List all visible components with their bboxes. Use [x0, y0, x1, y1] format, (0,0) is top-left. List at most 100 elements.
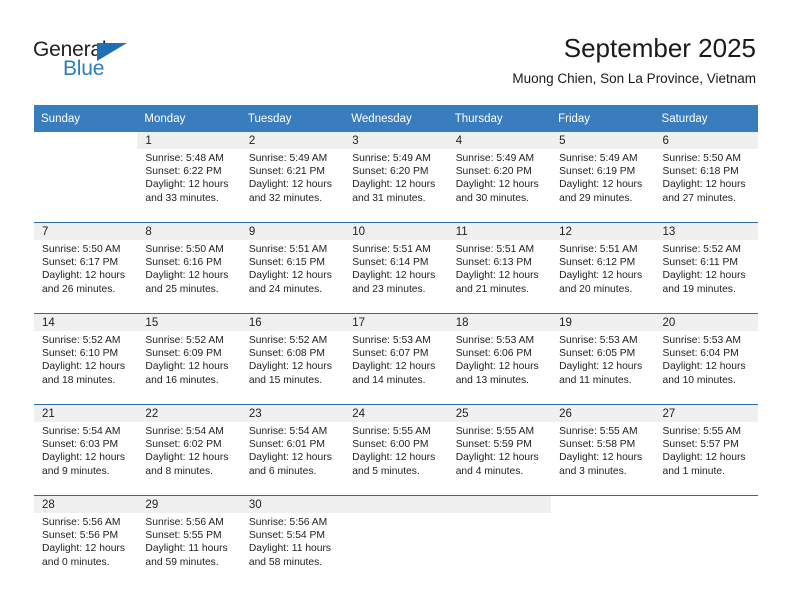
- day-details: Sunrise: 5:48 AM Sunset: 6:22 PM Daylight:…: [137, 149, 240, 205]
- calendar-week-row: 28 Sunrise: 5:56 AM Sunset: 5:56 PM Dayligh…: [34, 495, 758, 586]
- daylight-text-line1: Daylight: 12 hours: [352, 452, 436, 464]
- calendar-day-cell[interactable]: 17 Sunrise: 5:53 AM Sunset: 6:07 PM Dayligh…: [344, 313, 448, 405]
- day-number: 8: [137, 223, 241, 240]
- daylight-text-line2: and 58 minutes.: [248, 556, 323, 568]
- daylight-text-line2: and 13 minutes.: [455, 374, 529, 386]
- daylight-text-line1: Daylight: 12 hours: [248, 361, 332, 373]
- calendar-day-cell[interactable]: 9 Sunrise: 5:51 AM Sunset: 6:15 PM Daylight…: [240, 222, 345, 314]
- day-number: 11: [447, 223, 552, 240]
- calendar-day-cell[interactable]: 4 Sunrise: 5:49 AM Sunset: 6:20 PM Daylight…: [447, 132, 552, 223]
- calendar-day-cell[interactable]: 21 Sunrise: 5:54 AM Sunset: 6:03 PM Dayligh…: [34, 404, 138, 496]
- sunrise-text: Sunrise: 5:52 AM: [248, 335, 328, 346]
- daylight-text-line1: Daylight: 12 hours: [42, 452, 125, 464]
- sunset-text: Sunset: 6:05 PM: [559, 348, 636, 360]
- calendar-day-cell[interactable]: 11 Sunrise: 5:51 AM Sunset: 6:13 PM Dayligh…: [447, 222, 552, 314]
- sunset-text: Sunset: 6:15 PM: [248, 257, 325, 269]
- sunset-text: Sunset: 6:17 PM: [42, 257, 119, 269]
- day-number: 15: [137, 314, 241, 331]
- daylight-text-line1: Daylight: 12 hours: [42, 361, 125, 373]
- weekday-header-monday: Monday: [137, 105, 241, 132]
- sunrise-text: Sunrise: 5:49 AM: [248, 153, 328, 164]
- calendar-day-cell[interactable]: 12 Sunrise: 5:51 AM Sunset: 6:12 PM Dayligh…: [551, 222, 655, 314]
- day-number: 18: [447, 314, 552, 331]
- day-details: Sunrise: 5:55 AM Sunset: 5:59 PM Daylight:…: [448, 422, 551, 478]
- calendar-cell-blank: [654, 495, 758, 586]
- sunset-text: Sunset: 5:59 PM: [455, 439, 532, 451]
- day-number: 17: [344, 314, 448, 331]
- daylight-text-line1: Daylight: 12 hours: [145, 361, 229, 373]
- sunset-text: Sunset: 6:18 PM: [662, 166, 739, 178]
- calendar-day-cell[interactable]: 22 Sunrise: 5:54 AM Sunset: 6:02 PM Dayligh…: [137, 404, 241, 496]
- calendar-cell-blank: [34, 132, 138, 223]
- day-number: 26: [551, 405, 655, 422]
- calendar-day-cell[interactable]: 15 Sunrise: 5:52 AM Sunset: 6:09 PM Dayligh…: [137, 313, 241, 405]
- day-number: 20: [654, 314, 758, 331]
- page-header: General Blue September 2025 Muong Chien,…: [0, 0, 792, 100]
- day-details: Sunrise: 5:53 AM Sunset: 6:07 PM Daylight:…: [344, 331, 447, 387]
- calendar-day-cell[interactable]: 23 Sunrise: 5:54 AM Sunset: 6:01 PM Dayligh…: [240, 404, 345, 496]
- daylight-text-line2: and 0 minutes.: [42, 556, 110, 568]
- calendar-day-cell[interactable]: 16 Sunrise: 5:52 AM Sunset: 6:08 PM Dayligh…: [240, 313, 345, 405]
- day-details: Sunrise: 5:50 AM Sunset: 6:17 PM Daylight:…: [34, 240, 137, 296]
- day-number: 29: [137, 496, 241, 513]
- sunrise-text: Sunrise: 5:49 AM: [455, 153, 535, 164]
- day-number: 12: [551, 223, 655, 240]
- sunrise-text: Sunrise: 5:55 AM: [352, 426, 431, 437]
- day-number: 9: [240, 223, 345, 240]
- sunset-text: Sunset: 6:02 PM: [145, 439, 222, 451]
- daylight-text-line2: and 20 minutes.: [559, 283, 633, 295]
- calendar-day-cell[interactable]: 5 Sunrise: 5:49 AM Sunset: 6:19 PM Daylight…: [551, 132, 655, 223]
- daylight-text-line2: and 5 minutes.: [352, 465, 420, 477]
- day-number: [551, 496, 655, 513]
- day-details: Sunrise: 5:56 AM Sunset: 5:56 PM Daylight:…: [34, 513, 137, 569]
- daylight-text-line1: Daylight: 12 hours: [662, 179, 746, 191]
- calendar-day-cell[interactable]: 24 Sunrise: 5:55 AM Sunset: 6:00 PM Dayligh…: [344, 404, 448, 496]
- calendar-day-cell[interactable]: 8 Sunrise: 5:50 AM Sunset: 6:16 PM Daylight…: [137, 222, 241, 314]
- daylight-text-line2: and 19 minutes.: [662, 283, 736, 295]
- sunrise-text: Sunrise: 5:55 AM: [559, 426, 638, 437]
- sunset-text: Sunset: 6:12 PM: [559, 257, 636, 269]
- sunrise-text: Sunrise: 5:50 AM: [145, 244, 224, 255]
- day-details: Sunrise: 5:49 AM Sunset: 6:19 PM Daylight:…: [551, 149, 654, 205]
- sunrise-text: Sunrise: 5:54 AM: [145, 426, 224, 437]
- day-details: Sunrise: 5:55 AM Sunset: 5:58 PM Daylight:…: [551, 422, 654, 478]
- calendar-day-cell[interactable]: 25 Sunrise: 5:55 AM Sunset: 5:59 PM Dayligh…: [447, 404, 552, 496]
- calendar-day-cell[interactable]: 29 Sunrise: 5:56 AM Sunset: 5:55 PM Dayligh…: [137, 495, 241, 586]
- calendar-week-row: 21 Sunrise: 5:54 AM Sunset: 6:03 PM Dayligh…: [34, 404, 758, 496]
- calendar-day-cell[interactable]: 20 Sunrise: 5:53 AM Sunset: 6:04 PM Dayligh…: [654, 313, 758, 405]
- daylight-text-line2: and 4 minutes.: [455, 465, 524, 477]
- calendar-day-cell[interactable]: 14 Sunrise: 5:52 AM Sunset: 6:10 PM Dayligh…: [34, 313, 138, 405]
- sunrise-text: Sunrise: 5:51 AM: [248, 244, 328, 255]
- calendar-day-cell[interactable]: 18 Sunrise: 5:53 AM Sunset: 6:06 PM Dayligh…: [447, 313, 552, 405]
- daylight-text-line2: and 23 minutes.: [352, 283, 426, 295]
- day-number: 6: [654, 132, 758, 149]
- calendar-day-cell[interactable]: 30 Sunrise: 5:56 AM Sunset: 5:54 PM Dayligh…: [240, 495, 345, 586]
- sunrise-text: Sunrise: 5:56 AM: [248, 517, 328, 528]
- calendar-day-cell[interactable]: 6 Sunrise: 5:50 AM Sunset: 6:18 PM Daylight…: [654, 132, 758, 223]
- calendar-day-cell[interactable]: 27 Sunrise: 5:55 AM Sunset: 5:57 PM Dayligh…: [654, 404, 758, 496]
- sunset-text: Sunset: 5:57 PM: [662, 439, 739, 451]
- day-details: Sunrise: 5:54 AM Sunset: 6:02 PM Daylight:…: [137, 422, 240, 478]
- calendar-day-cell[interactable]: 28 Sunrise: 5:56 AM Sunset: 5:56 PM Dayligh…: [34, 495, 138, 586]
- calendar-day-cell[interactable]: 2 Sunrise: 5:49 AM Sunset: 6:21 PM Daylight…: [240, 132, 345, 223]
- daylight-text-line2: and 1 minute.: [662, 465, 725, 477]
- daylight-text-line2: and 24 minutes.: [248, 283, 323, 295]
- daylight-text-line1: Daylight: 12 hours: [248, 270, 332, 282]
- calendar-day-cell[interactable]: 19 Sunrise: 5:53 AM Sunset: 6:05 PM Dayligh…: [551, 313, 655, 405]
- day-number: 3: [344, 132, 448, 149]
- daylight-text-line1: Daylight: 12 hours: [145, 270, 229, 282]
- calendar-day-cell[interactable]: 26 Sunrise: 5:55 AM Sunset: 5:58 PM Dayligh…: [551, 404, 655, 496]
- calendar-day-cell[interactable]: 1 Sunrise: 5:48 AM Sunset: 6:22 PM Daylight…: [137, 132, 241, 223]
- calendar-day-cell[interactable]: 10 Sunrise: 5:51 AM Sunset: 6:14 PM Dayligh…: [344, 222, 448, 314]
- day-number: 5: [551, 132, 655, 149]
- calendar-day-cell[interactable]: 7 Sunrise: 5:50 AM Sunset: 6:17 PM Daylight…: [34, 222, 138, 314]
- sunset-text: Sunset: 6:01 PM: [248, 439, 325, 451]
- calendar-day-cell[interactable]: 3 Sunrise: 5:49 AM Sunset: 6:20 PM Daylight…: [344, 132, 448, 223]
- daylight-text-line1: Daylight: 12 hours: [352, 361, 436, 373]
- day-details: Sunrise: 5:51 AM Sunset: 6:13 PM Daylight:…: [448, 240, 551, 296]
- sunrise-text: Sunrise: 5:52 AM: [42, 335, 121, 346]
- daylight-text-line1: Daylight: 12 hours: [145, 452, 229, 464]
- calendar-day-cell[interactable]: 13 Sunrise: 5:52 AM Sunset: 6:11 PM Dayligh…: [654, 222, 758, 314]
- sunset-text: Sunset: 6:19 PM: [559, 166, 636, 178]
- daylight-text-line1: Daylight: 12 hours: [559, 179, 643, 191]
